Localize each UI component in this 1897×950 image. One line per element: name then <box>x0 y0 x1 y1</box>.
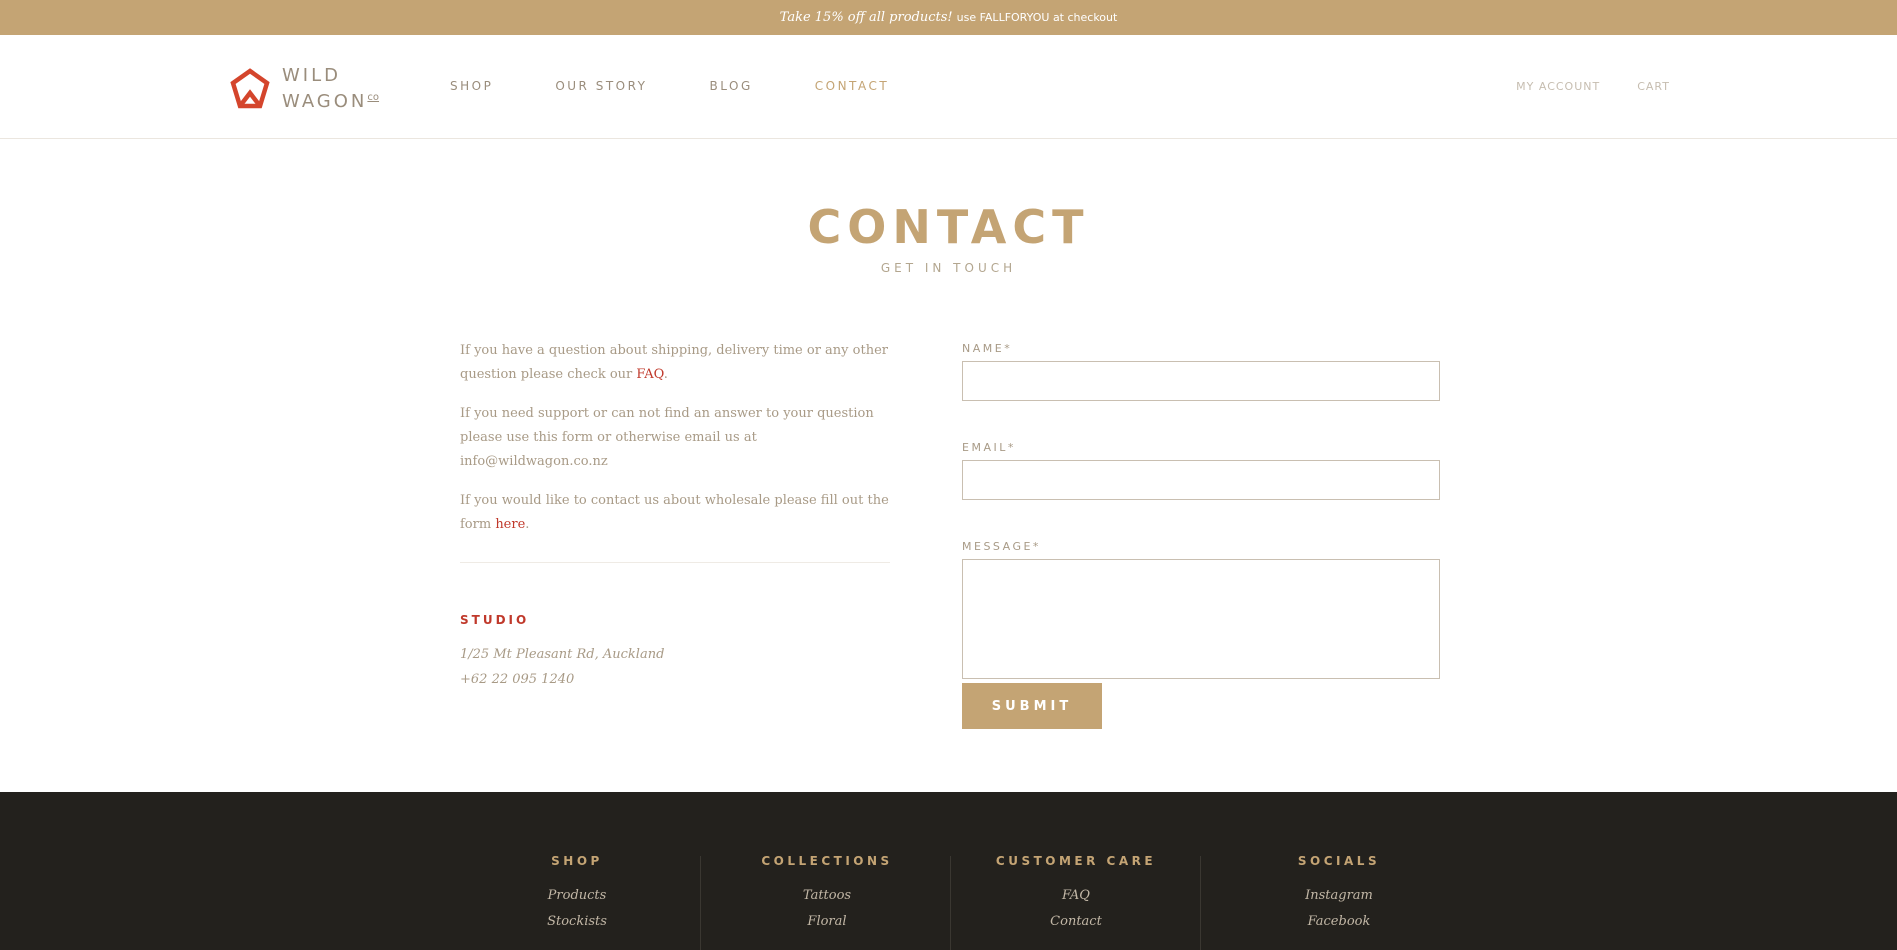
nav-contact[interactable]: CONTACT <box>815 79 889 93</box>
announcement-promo: Take 15% off all products! <box>779 10 953 25</box>
footer-link-floral[interactable]: Floral <box>702 914 952 929</box>
account-nav: MY ACCOUNT CART <box>1479 80 1670 93</box>
intro-paragraph-faq: If you have a question about shipping, d… <box>460 343 888 382</box>
pentagon-logo-icon <box>230 68 270 109</box>
nav-blog[interactable]: BLOG <box>710 79 753 93</box>
intro-p1-text: If you have a question about shipping, d… <box>460 343 888 382</box>
announcement-bar: Take 15% off all products! use FALLFORYO… <box>0 0 1897 35</box>
footer-link-tattoos[interactable]: Tattoos <box>702 888 952 903</box>
my-account-link[interactable]: MY ACCOUNT <box>1516 80 1600 93</box>
footer-separator <box>1200 856 1201 950</box>
cart-link[interactable]: CART <box>1637 80 1670 93</box>
logo-line-2-row: WAGONco <box>282 87 379 113</box>
footer-heading-collections: COLLECTIONS <box>761 854 893 868</box>
footer-column-collections: COLLECTIONS Tattoos Floral <box>702 792 952 929</box>
page-title: CONTACT <box>807 200 1090 254</box>
intro-paragraph-support: If you need support or can not find an a… <box>460 406 874 469</box>
footer-link-products[interactable]: Products <box>452 888 702 903</box>
footer-column-shop: SHOP Products Stockists <box>452 792 702 929</box>
nav-shop[interactable]: SHOP <box>450 79 493 93</box>
footer-column-socials: SOCIALS Instagram Facebook <box>1214 792 1464 929</box>
nav-our-story[interactable]: OUR STORY <box>555 79 647 93</box>
email-label: EMAIL* <box>962 441 1016 454</box>
studio-address: 1/25 Mt Pleasant Rd, Auckland <box>460 647 665 662</box>
intro-paragraph-wholesale: If you would like to contact us about wh… <box>460 493 889 532</box>
email-input[interactable] <box>962 460 1440 500</box>
footer-link-instagram[interactable]: Instagram <box>1214 888 1464 903</box>
main-nav: SHOP OUR STORY BLOG CONTACT <box>450 79 951 93</box>
site-header: WILD WAGONco SHOP OUR STORY BLOG CONTACT… <box>0 35 1897 139</box>
footer-heading-customer-care: CUSTOMER CARE <box>995 854 1157 868</box>
divider <box>460 562 890 563</box>
studio-phone: +62 22 095 1240 <box>460 672 575 687</box>
logo-line-2: WAGON <box>282 91 368 112</box>
footer-link-faq[interactable]: FAQ <box>951 888 1201 903</box>
footer-link-facebook[interactable]: Facebook <box>1214 914 1464 929</box>
announcement-code: use FALLFORYOU at checkout <box>956 11 1118 24</box>
page-subtitle: GET IN TOUCH <box>880 261 1017 275</box>
name-label: NAME* <box>962 342 1013 355</box>
studio-heading: STUDIO <box>460 613 530 627</box>
message-label: MESSAGE* <box>962 540 1041 553</box>
wholesale-form-link[interactable]: here <box>495 517 525 532</box>
site-footer: SHOP Products Stockists COLLECTIONS Tatt… <box>0 792 1897 950</box>
footer-column-customer-care: CUSTOMER CARE FAQ Contact <box>951 792 1201 929</box>
name-input[interactable] <box>962 361 1440 401</box>
footer-link-stockists[interactable]: Stockists <box>452 914 702 929</box>
footer-separator <box>700 856 701 950</box>
contact-intro: If you have a question about shipping, d… <box>460 339 892 552</box>
contact-form: NAME* EMAIL* MESSAGE* <box>962 342 1440 679</box>
faq-link[interactable]: FAQ <box>636 367 663 382</box>
message-textarea[interactable] <box>962 559 1440 679</box>
submit-button[interactable]: SUBMIT <box>962 683 1102 729</box>
studio-details: 1/25 Mt Pleasant Rd, Auckland +62 22 095… <box>460 642 664 692</box>
logo[interactable]: WILD WAGONco <box>230 65 379 113</box>
logo-wordmark: WILD WAGONco <box>282 65 379 113</box>
footer-heading-socials: SOCIALS <box>1297 854 1381 868</box>
logo-line-1: WILD <box>282 65 341 86</box>
footer-link-contact[interactable]: Contact <box>951 914 1201 929</box>
footer-heading-shop: SHOP <box>551 854 603 868</box>
intro-p3-text: If you would like to contact us about wh… <box>460 493 889 532</box>
logo-suffix: co <box>367 92 380 103</box>
